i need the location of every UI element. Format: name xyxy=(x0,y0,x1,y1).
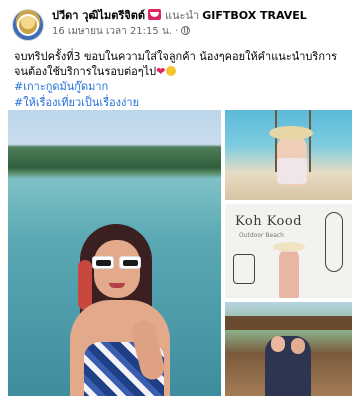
photo-grid: Koh Kood Outdoor Beach xyxy=(8,110,352,396)
mural-text: Koh Kood xyxy=(235,214,303,229)
globe-icon xyxy=(181,26,191,35)
post-header: ปวีดา วุฒิไมตรีจิตต์ แนะนำ GIFTBOX TRAVEL … xyxy=(12,8,352,42)
post-meta: 16 เมษายน เวลา 21:15 น. · xyxy=(52,25,191,39)
heart-icon: ❤ xyxy=(156,65,166,78)
tagged-page-name[interactable]: GIFTBOX TRAVEL xyxy=(202,9,307,22)
hashtag-2[interactable]: #ให้เรื่องเที่ยวเป็นเรื่องง่าย xyxy=(14,95,348,111)
caption-text: จบทริปครั้งที่3 ขอบในความใส่ใจลูกค้า น้อ… xyxy=(14,49,348,79)
feeling-verb: แนะนำ xyxy=(165,9,200,22)
photo-mural[interactable]: Koh Kood Outdoor Beach xyxy=(225,204,352,298)
post-caption: จบทริปครั้งที่3 ขอบในความใส่ใจลูกค้า น้อ… xyxy=(14,49,348,111)
author-line: ปวีดา วุฒิไมตรีจิตต์ แนะนำ GIFTBOX TRAVEL xyxy=(52,8,307,24)
feeling-icon xyxy=(148,9,161,20)
author-name[interactable]: ปวีดา วุฒิไมตรีจิตต์ xyxy=(52,9,145,22)
mural-subtext: Outdoor Beach xyxy=(239,232,284,239)
caption-line: จบทริปครั้งที่3 ขอบในความใส่ใจลูกค้า น้อ… xyxy=(14,50,338,78)
avatar[interactable] xyxy=(12,9,44,41)
photo-bar[interactable] xyxy=(225,302,352,396)
hashtag-1[interactable]: #เกาะกูดมันกู๊ดมาก xyxy=(14,79,348,95)
photo-beach-portrait[interactable] xyxy=(8,110,221,396)
smile-icon xyxy=(166,66,177,76)
photo-swing[interactable] xyxy=(225,110,352,200)
meta-separator: · xyxy=(175,26,179,37)
post-timestamp[interactable]: 16 เมษายน เวลา 21:15 น. xyxy=(52,26,172,37)
